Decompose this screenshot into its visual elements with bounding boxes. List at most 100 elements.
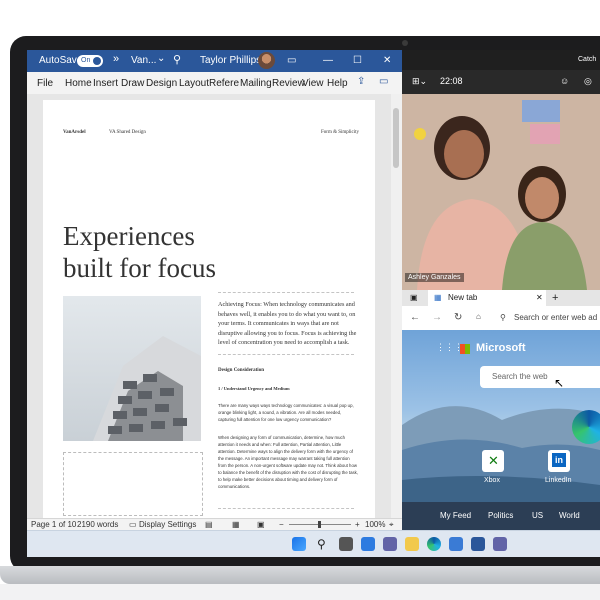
subheading-1: 1 / Understand Urgency and Medium <box>218 386 290 391</box>
tab-view[interactable]: View <box>302 78 324 89</box>
back-icon[interactable]: ← <box>410 312 420 323</box>
tab-references[interactable]: Refere <box>209 78 239 89</box>
word-status-bar: Page 1 of 10 2190 words ▭ Display Settin… <box>27 518 402 530</box>
building-image <box>63 296 201 441</box>
chevron-down-icon[interactable]: ⌄ <box>157 53 165 64</box>
taskbar: ⚲ <box>27 530 600 557</box>
intro-paragraph: Achieving Focus: When technology communi… <box>218 301 357 346</box>
teams-icon[interactable] <box>493 537 507 551</box>
title-line-2: built for focus <box>63 253 216 283</box>
maximize-icon[interactable]: ☐ <box>353 55 362 66</box>
scroll-thumb[interactable] <box>393 108 399 168</box>
teams-title-bar: Catch <box>402 50 600 70</box>
linkedin-icon: in <box>552 453 566 467</box>
vertical-scrollbar[interactable] <box>391 94 402 518</box>
tab-help[interactable]: Help <box>327 78 348 89</box>
search-icon[interactable]: ⚲ <box>317 537 331 551</box>
document-name[interactable]: Van... <box>131 55 156 66</box>
search-icon[interactable]: ⚲ <box>173 53 181 66</box>
fit-icon[interactable]: ⌖ <box>389 520 394 530</box>
autosave-label: AutoSave <box>39 55 83 66</box>
tab-design[interactable]: Design <box>146 78 177 89</box>
home-icon[interactable]: ⌂ <box>476 312 481 321</box>
task-view-icon[interactable] <box>339 537 353 551</box>
tab-insert[interactable]: Insert <box>93 78 118 89</box>
divider <box>218 354 354 355</box>
paragraph-1: There are many ways ways technology comm… <box>218 403 354 422</box>
tab-title: New tab <box>448 293 478 302</box>
address-search-icon: ⚲ <box>500 313 506 322</box>
feed-us[interactable]: US <box>532 511 543 520</box>
apps-icon[interactable]: ⋮⋮⋮ <box>436 342 463 353</box>
edge-logo-icon <box>572 410 600 444</box>
header-doc: VA Shared Design <box>109 130 146 135</box>
tab-draw[interactable]: Draw <box>121 78 144 89</box>
title-line-1: Experiences <box>63 221 195 251</box>
teams-call-bar: ⊞⌄ 22:08 ☺ ◎ <box>402 70 600 94</box>
comments-icon[interactable]: ▭ <box>379 76 388 87</box>
feed-politics[interactable]: Politics <box>488 511 513 520</box>
refresh-icon[interactable]: ↻ <box>454 312 462 323</box>
chat-icon[interactable]: ◎ <box>584 76 592 87</box>
edge-icon[interactable] <box>427 537 441 551</box>
divider <box>218 292 354 293</box>
user-name[interactable]: Taylor Phillips <box>200 55 261 66</box>
zoom-in-icon[interactable]: + <box>355 520 360 529</box>
paragraph-2: When designing any form of communication… <box>218 435 358 489</box>
tab-layout[interactable]: Layout <box>179 78 209 89</box>
page-count: Page 1 of 10 <box>31 520 77 529</box>
read-mode-icon[interactable]: ▤ <box>205 520 213 529</box>
participants-icon[interactable]: ☺ <box>560 76 569 86</box>
xbox-tile[interactable]: ✕ <box>482 450 504 472</box>
print-layout-icon[interactable]: ▦ <box>232 520 240 529</box>
teams-chat-icon[interactable] <box>383 537 397 551</box>
share-icon[interactable]: ⇪ <box>357 76 365 87</box>
start-icon[interactable] <box>292 537 306 551</box>
display-settings-icon[interactable]: ▭ <box>129 520 137 529</box>
zoom-thumb[interactable] <box>318 521 321 528</box>
ribbon-display-icon[interactable]: ▭ <box>287 55 296 66</box>
close-tab-icon[interactable]: ✕ <box>536 293 543 302</box>
new-tab-icon: ▦ <box>434 293 442 302</box>
xbox-label[interactable]: Xbox <box>484 477 500 484</box>
display-settings-button[interactable]: Display Settings <box>139 520 196 529</box>
add-tab-icon[interactable]: + <box>552 292 558 304</box>
feed-world[interactable]: World <box>559 511 580 520</box>
tab-home[interactable]: Home <box>65 78 92 89</box>
grid-view-icon[interactable]: ⊞⌄ <box>412 76 427 87</box>
web-layout-icon[interactable]: ▣ <box>257 520 265 529</box>
linkedin-tile[interactable]: in <box>548 450 570 472</box>
mouse-cursor-icon: ↖ <box>554 376 565 390</box>
laptop-base <box>0 566 600 584</box>
laptop-base-shadow <box>0 584 600 600</box>
word-count: 2190 words <box>77 520 119 529</box>
word-window: AutoSave On » Van... ⌄ ⚲ Taylor Phillips… <box>27 50 402 530</box>
zoom-level[interactable]: 100% <box>365 520 385 529</box>
widgets-icon[interactable] <box>361 537 375 551</box>
address-bar[interactable]: Search or enter web ad <box>514 313 597 322</box>
avatar[interactable] <box>258 52 275 69</box>
forward-icon[interactable]: → <box>432 312 442 323</box>
linkedin-label[interactable]: LinkedIn <box>545 477 571 484</box>
minimize-icon[interactable]: — <box>323 55 333 66</box>
autosave-toggle[interactable]: On <box>77 55 103 67</box>
microsoft-logo-icon <box>460 344 470 354</box>
store-icon[interactable] <box>449 537 463 551</box>
tab-new-tab[interactable]: ▦ New tab ✕ <box>428 290 546 306</box>
search-web-input[interactable]: Search the web <box>480 366 600 388</box>
document-page[interactable]: VanArsdel VA Shared Design Form & Simpli… <box>43 100 375 518</box>
microsoft-brand: Microsoft <box>476 342 526 354</box>
close-icon[interactable]: ✕ <box>383 55 391 66</box>
zoom-out-icon[interactable]: − <box>279 520 284 529</box>
more-icon[interactable]: » <box>113 53 119 65</box>
tab-file[interactable]: File <box>37 78 53 89</box>
search-web-placeholder: Search the web <box>492 372 548 381</box>
new-tab-page: ⋮⋮⋮ Microsoft Search the web ✕ Xbox in L… <box>402 330 600 530</box>
document-area: VanArsdel VA Shared Design Form & Simpli… <box>27 94 402 518</box>
file-explorer-icon[interactable] <box>405 537 419 551</box>
word-icon[interactable] <box>471 537 485 551</box>
tab-review[interactable]: Review <box>272 78 305 89</box>
tab-mailings[interactable]: Mailing <box>240 78 272 89</box>
feed-my-feed[interactable]: My Feed <box>440 511 471 520</box>
tab-actions-icon[interactable]: ▣ <box>410 293 418 302</box>
